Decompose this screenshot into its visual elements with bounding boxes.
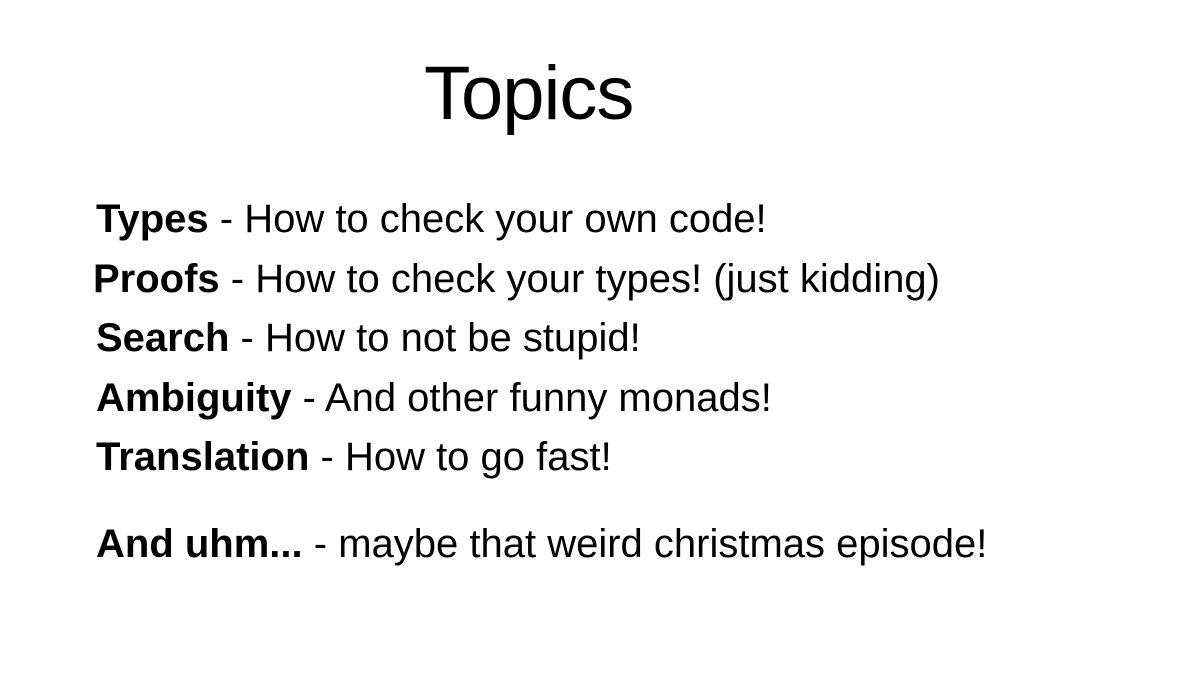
topic-term: Types xyxy=(96,197,209,241)
bonus-separator: - xyxy=(302,522,339,566)
bonus-topic: And uhm... - maybe that weird christmas … xyxy=(96,515,987,575)
topic-item-types: Types - How to check your own code! xyxy=(96,190,940,250)
topic-item-translation: Translation - How to go fast! xyxy=(96,428,940,488)
topic-description: How to not be stupid! xyxy=(264,316,641,360)
topic-description: How to check your own code! xyxy=(244,197,767,241)
topic-item-search: Search - How to not be stupid! xyxy=(96,309,940,369)
topic-term: Ambiguity xyxy=(96,375,292,420)
topic-description: How to go fast! xyxy=(344,435,612,479)
topic-separator: - xyxy=(291,375,325,420)
topic-item-ambiguity: Ambiguity - And other funny monads! xyxy=(96,369,940,429)
topic-separator: - xyxy=(219,256,256,301)
topic-separator: - xyxy=(309,435,345,479)
slide: Topics Types - How to check your own cod… xyxy=(0,0,1200,675)
topic-description: How to check your types! (just kidding) xyxy=(255,256,940,301)
topic-item-proofs: Proofs - How to check your types! (just … xyxy=(93,250,940,310)
topic-separator: - xyxy=(229,316,265,360)
slide-title: Topics xyxy=(424,51,634,136)
topic-term: Search xyxy=(96,316,230,360)
topic-separator: - xyxy=(208,197,245,241)
bonus-description: maybe that weird christmas episode! xyxy=(338,522,988,566)
topic-description: And other funny monads! xyxy=(324,375,772,420)
bonus-term: And uhm... xyxy=(96,522,303,566)
topic-list: Types - How to check your own code! Proo… xyxy=(93,190,940,488)
topic-term: Translation xyxy=(96,435,310,479)
topic-term: Proofs xyxy=(93,256,220,301)
